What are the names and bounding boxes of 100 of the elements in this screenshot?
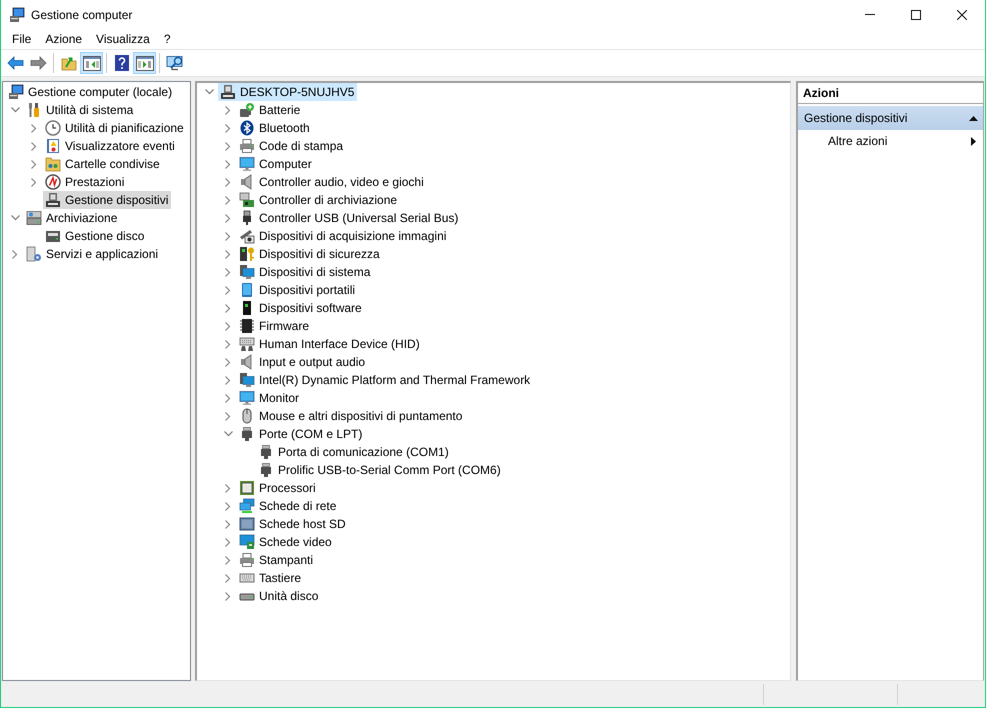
chevron-down-icon[interactable]	[10, 215, 20, 221]
chevron-right-icon[interactable]	[31, 160, 37, 168]
chevron-right-icon[interactable]	[225, 268, 231, 276]
toggle-tree-button[interactable]	[80, 52, 103, 74]
tree-item[interactable]: Prolific USB-to-Serial Comm Port (COM6)	[256, 461, 504, 479]
tree-item[interactable]: Porte (COM e LPT)	[237, 425, 366, 443]
collapse-triangle-icon[interactable]	[969, 116, 978, 120]
tree-item[interactable]: Dispositivi software	[237, 299, 365, 317]
tree-item[interactable]: Controller audio, video e giochi	[237, 173, 427, 191]
port-connector-icon	[258, 462, 274, 478]
tree-item[interactable]: Firmware	[237, 317, 312, 335]
tree-item[interactable]: Gestione dispositivi	[43, 191, 172, 209]
chevron-right-icon[interactable]	[225, 592, 231, 600]
system-device-icon	[239, 372, 255, 388]
tree-item[interactable]: Computer	[237, 155, 315, 173]
tree-item[interactable]: Unità disco	[237, 587, 322, 605]
tree-item[interactable]: Tastiere	[237, 569, 304, 587]
chevron-down-icon[interactable]	[224, 431, 232, 437]
toggle-action-pane-button[interactable]	[133, 52, 156, 74]
tree-item[interactable]: Dispositivi di sicurezza	[237, 245, 383, 263]
processor-icon	[239, 480, 255, 496]
menu-item[interactable]: Azione	[38, 29, 90, 49]
tree-item[interactable]: Input e output audio	[237, 353, 368, 371]
tree-item[interactable]: Prestazioni	[43, 173, 128, 191]
chevron-right-icon[interactable]	[225, 412, 231, 420]
menu-item[interactable]: ?	[156, 29, 178, 49]
tree-item[interactable]: Utilità di sistema	[24, 101, 136, 119]
chevron-right-icon[interactable]	[225, 250, 231, 258]
gauge-icon	[45, 174, 61, 190]
chevron-right-icon[interactable]	[225, 178, 231, 186]
tree-item[interactable]: Stampanti	[237, 551, 316, 569]
tree-item[interactable]: Schede host SD	[237, 515, 349, 533]
chevron-down-icon[interactable]	[10, 107, 20, 113]
chip-icon	[239, 318, 255, 334]
chevron-down-icon[interactable]	[204, 89, 214, 95]
tree-item[interactable]: Utilità di pianificazione	[43, 119, 187, 137]
chevron-right-icon[interactable]	[225, 376, 231, 384]
chevron-right-icon[interactable]	[225, 520, 231, 528]
section-header[interactable]: Gestione dispositivi	[798, 106, 983, 130]
tree-item[interactable]: Schede video	[237, 533, 335, 551]
chevron-right-icon[interactable]	[31, 178, 37, 186]
tree-item[interactable]: Mouse e altri dispositivi di puntamento	[237, 407, 466, 425]
tree-item[interactable]: Dispositivi portatili	[237, 281, 358, 299]
actions-header: Azioni	[798, 83, 983, 104]
chevron-right-icon[interactable]	[225, 286, 231, 294]
chevron-right-icon[interactable]	[225, 160, 231, 168]
tree-item[interactable]: Archiviazione	[24, 209, 120, 227]
bluetooth-icon	[239, 120, 255, 136]
chevron-right-icon[interactable]	[225, 394, 231, 402]
tree-item[interactable]: Intel(R) Dynamic Platform and Thermal Framework	[237, 371, 534, 389]
tree-item[interactable]: Servizi e applicazioni	[24, 245, 162, 263]
tree-item[interactable]: Bluetooth	[237, 119, 313, 137]
tree-item[interactable]: Processori	[237, 479, 319, 497]
menu-item[interactable]: File	[5, 29, 38, 49]
chevron-right-icon[interactable]	[225, 574, 231, 582]
tree-item[interactable]: Code di stampa	[237, 137, 346, 155]
chevron-right-icon[interactable]	[12, 250, 18, 258]
chevron-right-icon[interactable]	[225, 538, 231, 546]
tree-item[interactable]: Dispositivi di sistema	[237, 263, 374, 281]
tree-item[interactable]: Controller di archiviazione	[237, 191, 400, 209]
right-arrow-icon	[30, 56, 47, 70]
computer-management-icon	[9, 6, 25, 22]
chevron-right-icon[interactable]	[225, 304, 231, 312]
chevron-right-icon[interactable]	[225, 196, 231, 204]
chevron-right-icon[interactable]	[225, 502, 231, 510]
chevron-right-icon[interactable]	[225, 232, 231, 240]
tree-item[interactable]: Porta di comunicazione (COM1)	[256, 443, 452, 461]
chevron-right-icon[interactable]	[225, 322, 231, 330]
printer-icon	[239, 138, 255, 154]
services-icon	[26, 246, 42, 262]
chevron-right-icon[interactable]	[225, 484, 231, 492]
tree-item[interactable]: Dispositivi di acquisizione immagini	[237, 227, 450, 245]
tree-item[interactable]: Batterie	[237, 101, 304, 119]
printer-icon	[239, 552, 255, 568]
monitor-icon	[239, 390, 255, 406]
menu-item[interactable]: Visualizza	[89, 29, 157, 49]
camera-icon	[239, 228, 255, 244]
chevron-right-icon[interactable]	[31, 142, 37, 150]
tree-item[interactable]: Human Interface Device (HID)	[237, 335, 423, 353]
chevron-right-icon[interactable]	[225, 142, 231, 150]
action-item[interactable]: Altre azioni	[798, 130, 983, 152]
chevron-right-icon[interactable]	[225, 214, 231, 222]
event-log-icon	[45, 138, 61, 154]
tree-item[interactable]: Gestione computer (locale)	[6, 83, 176, 101]
chevron-right-icon[interactable]	[225, 340, 231, 348]
help-icon	[114, 55, 128, 71]
tree-item[interactable]: Schede di rete	[237, 497, 340, 515]
tree-item[interactable]: Controller USB (Universal Serial Bus)	[237, 209, 462, 227]
tree-item[interactable]: Cartelle condivise	[43, 155, 163, 173]
tree-item[interactable]: Visualizzatore eventi	[43, 137, 178, 155]
chevron-right-icon[interactable]	[31, 124, 37, 132]
chevron-right-icon[interactable]	[225, 358, 231, 366]
chevron-right-icon[interactable]	[225, 124, 231, 132]
card-reader-icon	[239, 516, 255, 532]
chevron-right-icon[interactable]	[225, 106, 231, 114]
disk-device-icon	[45, 228, 61, 244]
tree-item[interactable]: Gestione disco	[43, 227, 148, 245]
tree-item[interactable]: DESKTOP-5NUJHV5	[218, 83, 358, 101]
chevron-right-icon[interactable]	[225, 556, 231, 564]
tree-item[interactable]: Monitor	[237, 389, 302, 407]
